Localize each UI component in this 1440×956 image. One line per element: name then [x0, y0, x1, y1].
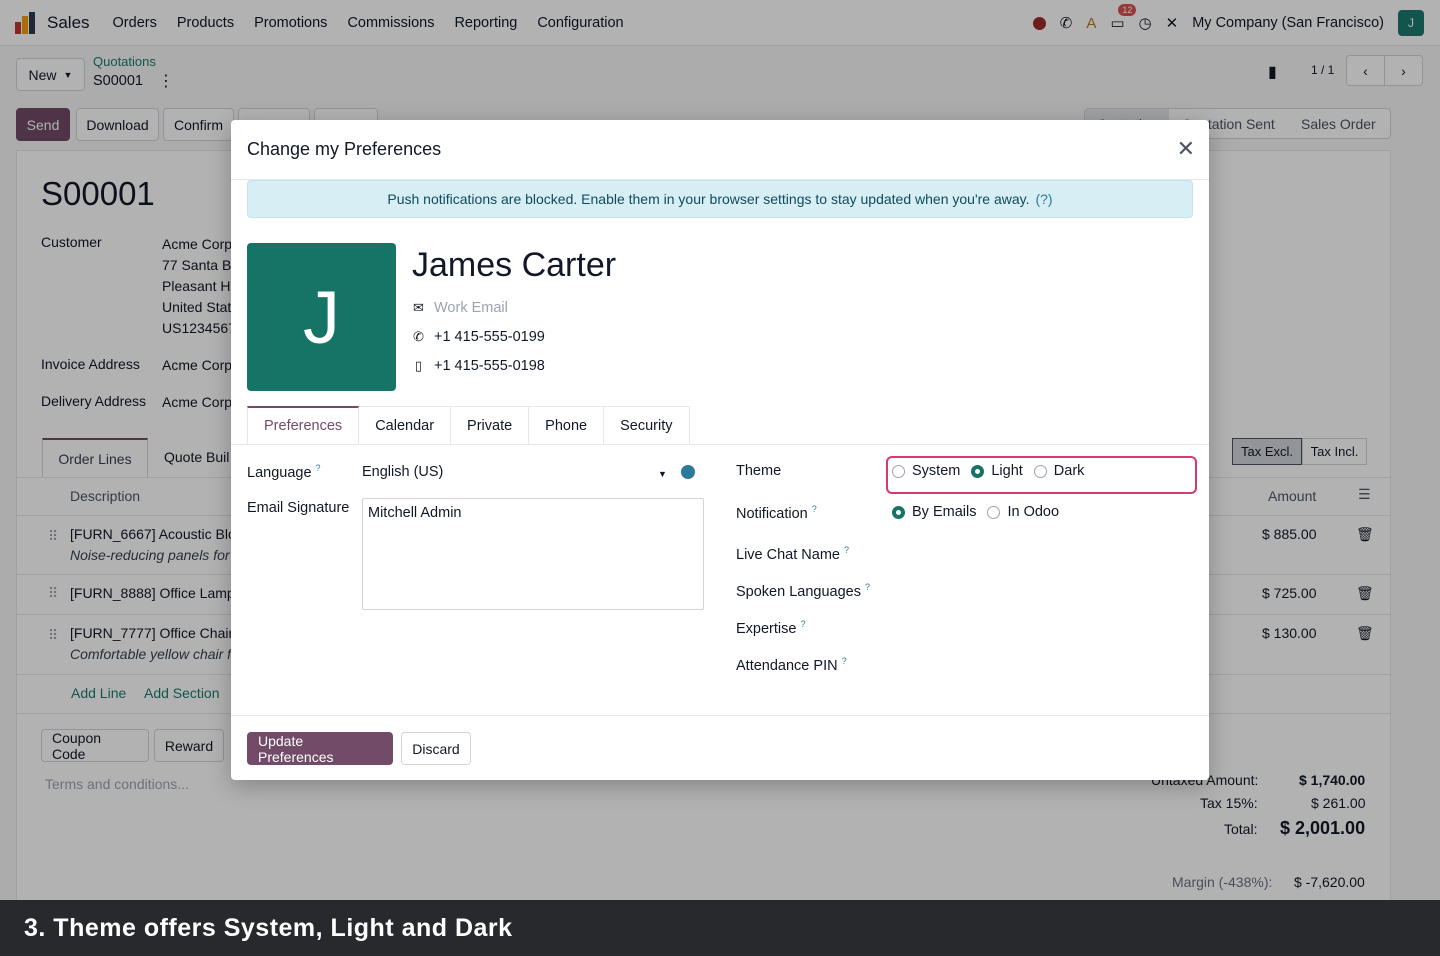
dialog-footer: Update Preferences Discard [231, 715, 1209, 780]
globe-icon[interactable] [681, 465, 695, 479]
email-signature-editor[interactable]: Mitchell Admin [362, 498, 704, 610]
phone-icon: ✆ [413, 329, 424, 344]
mobile-icon: ▯ [414, 358, 423, 373]
theme-system-label: System [912, 463, 961, 479]
user-name-field[interactable]: James Carter [412, 246, 616, 285]
live-chat-label-text: Live Chat Name [736, 546, 840, 563]
radio-button-selected[interactable] [892, 505, 905, 519]
work-email-field[interactable]: ✉ Work Email [412, 300, 508, 316]
dialog-title: Change my Preferences [247, 139, 442, 159]
help-icon[interactable]: ? [316, 463, 321, 473]
theme-label: Theme [736, 463, 782, 479]
attendance-pin-label: Attendance PIN? [736, 656, 847, 674]
phone-field[interactable]: ✆ +1 415-555-0199 [412, 329, 545, 345]
tab-preferences[interactable]: Preferences [247, 406, 360, 445]
update-preferences-button[interactable]: Update Preferences [247, 732, 393, 765]
theme-dark-label: Dark [1053, 463, 1085, 479]
notification-option-odoo[interactable]: In Odoo [987, 504, 1059, 520]
tutorial-caption: 3. Theme offers System, Light and Dark [0, 900, 1440, 956]
theme-light-label: Light [991, 463, 1023, 479]
language-select[interactable]: English (US) [362, 464, 443, 480]
mobile-field[interactable]: ▯ +1 415-555-0198 [412, 358, 545, 374]
tab-phone[interactable]: Phone [529, 406, 605, 445]
help-icon[interactable]: ? [842, 656, 847, 666]
radio-button[interactable] [892, 464, 905, 478]
push-notification-alert: Push notifications are blocked. Enable t… [247, 180, 1193, 218]
close-icon[interactable]: ✕ [1177, 136, 1195, 162]
radio-button[interactable] [987, 505, 1001, 519]
notification-odoo-label: In Odoo [1007, 504, 1060, 520]
radio-button-selected[interactable] [971, 464, 985, 478]
tab-security[interactable]: Security [604, 406, 690, 445]
tab-private[interactable]: Private [451, 406, 530, 445]
notification-emails-label: By Emails [912, 504, 977, 520]
notification-label: Notification? [736, 504, 817, 522]
notification-radio-group: By Emails In Odoo [892, 504, 1070, 520]
help-icon[interactable]: ? [812, 504, 817, 514]
envelope-icon: ✉ [413, 300, 424, 315]
spoken-languages-label: Spoken Languages? [736, 582, 870, 600]
alert-text: Push notifications are blocked. Enable t… [387, 191, 1030, 207]
theme-option-dark[interactable]: Dark [1033, 463, 1085, 479]
phone-value: +1 415-555-0199 [434, 329, 545, 345]
notification-label-text: Notification [736, 505, 808, 522]
expertise-label-text: Expertise [736, 620, 797, 637]
mobile-value: +1 415-555-0198 [434, 358, 545, 374]
work-email-placeholder: Work Email [434, 300, 508, 316]
alert-help-link[interactable]: (?) [1035, 191, 1052, 207]
notification-option-emails[interactable]: By Emails [892, 504, 976, 520]
preferences-tabs: Preferences Calendar Private Phone Secur… [247, 406, 690, 445]
theme-radio-group: System Light Dark [892, 463, 1095, 479]
tabs-divider [231, 444, 1209, 445]
theme-option-system[interactable]: System [892, 463, 960, 479]
email-signature-label: Email Signature [247, 500, 350, 516]
help-icon[interactable]: ? [800, 619, 805, 629]
tab-calendar[interactable]: Calendar [359, 406, 452, 445]
language-label-text: Language [247, 464, 312, 481]
spoken-label-text: Spoken Languages [736, 583, 861, 600]
radio-button[interactable] [1033, 464, 1047, 478]
preferences-dialog: Change my Preferences ✕ Push notificatio… [231, 120, 1209, 780]
help-icon[interactable]: ? [844, 545, 849, 555]
pin-label-text: Attendance PIN [736, 657, 838, 674]
caret-down-icon[interactable]: ▼ [658, 469, 667, 479]
live-chat-name-label: Live Chat Name? [736, 545, 849, 563]
discard-button[interactable]: Discard [401, 732, 471, 765]
expertise-label: Expertise? [736, 619, 805, 637]
dialog-header: Change my Preferences [231, 120, 1209, 180]
theme-option-light[interactable]: Light [971, 463, 1023, 479]
help-icon[interactable]: ? [865, 582, 870, 592]
user-avatar-large[interactable]: J [247, 243, 396, 391]
language-label: Language? [247, 463, 321, 481]
